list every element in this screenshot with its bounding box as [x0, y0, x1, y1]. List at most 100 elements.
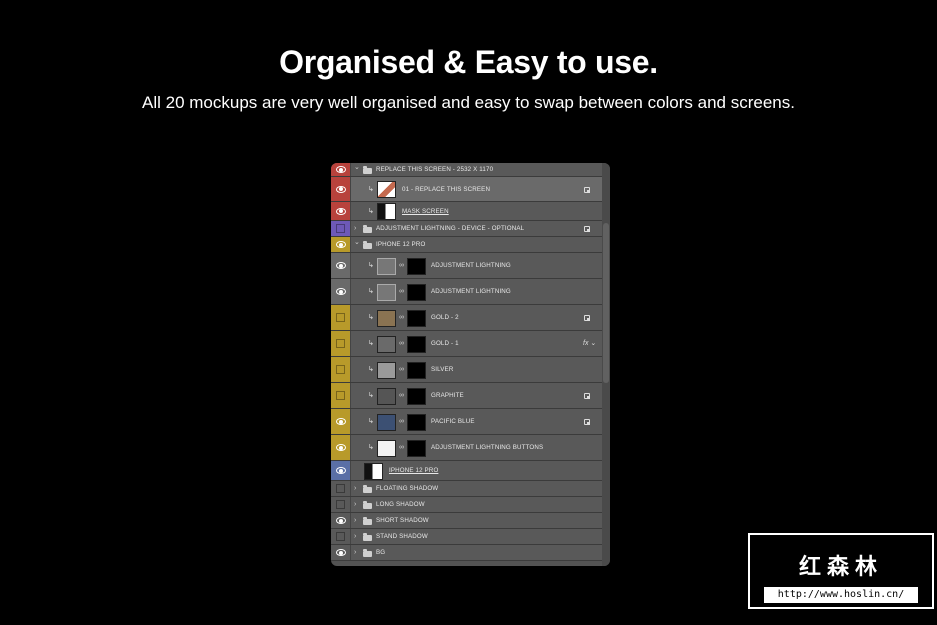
mask-thumbnail[interactable] — [377, 203, 396, 220]
visibility-eye-icon[interactable] — [331, 279, 351, 304]
layer-name[interactable]: ADJUSTMENT LIGHTNING — [431, 262, 511, 269]
layer-name[interactable]: MASK SCREEN — [402, 208, 449, 215]
layer-row[interactable]: ↳ ∞ PACIFIC BLUE — [331, 409, 602, 435]
layer-mask-thumbnail[interactable] — [407, 361, 426, 379]
layer-name[interactable]: LONG SHADOW — [376, 501, 425, 508]
layer-row[interactable]: › FLOATING SHADOW — [331, 481, 602, 497]
watermark-url: http://www.hoslin.cn/ — [764, 587, 918, 603]
layer-effects-fx-icon[interactable]: fx ⌄ — [583, 339, 596, 347]
layer-thumbnail[interactable] — [377, 439, 396, 457]
layer-name[interactable]: GOLD - 1 — [431, 340, 459, 347]
layer-name[interactable]: IPHONE 12 PRO — [376, 241, 425, 248]
chevron-right-icon[interactable]: › — [354, 485, 356, 492]
layer-row[interactable]: ↳ MASK SCREEN — [331, 202, 602, 221]
visibility-eye-icon[interactable] — [331, 177, 351, 201]
layer-name[interactable]: 01 - REPLACE THIS SCREEN — [402, 186, 490, 193]
layer-mask-thumbnail[interactable] — [407, 309, 426, 327]
scrollbar-thumb[interactable] — [603, 223, 609, 383]
link-icon[interactable]: ∞ — [399, 340, 404, 347]
layer-name[interactable]: STAND SHADOW — [376, 533, 428, 540]
layer-row[interactable]: ↳ ∞ GRAPHITE — [331, 383, 602, 409]
link-icon[interactable]: ∞ — [399, 288, 404, 295]
visibility-eye-icon[interactable] — [331, 163, 351, 176]
layer-row[interactable]: ⌄ IPHONE 12 PRO — [331, 237, 602, 253]
visibility-toggle[interactable] — [331, 481, 351, 496]
smart-object-badge-icon — [584, 393, 590, 399]
layer-name[interactable]: SILVER — [431, 366, 453, 373]
layer-name[interactable]: GOLD - 2 — [431, 314, 459, 321]
layer-name[interactable]: FLOATING SHADOW — [376, 485, 438, 492]
chevron-right-icon[interactable]: › — [354, 501, 356, 508]
layer-row[interactable]: › ADJUSTMENT LIGHTNING - DEVICE - OPTIONA… — [331, 221, 602, 237]
layer-mask-thumbnail[interactable] — [407, 257, 426, 275]
layer-mask-thumbnail[interactable] — [407, 335, 426, 353]
layer-row[interactable]: ↳ ∞ ADJUSTMENT LIGHTNING — [331, 253, 602, 279]
link-icon[interactable]: ∞ — [399, 418, 404, 425]
layer-mask-thumbnail[interactable] — [407, 439, 426, 457]
layer-row[interactable]: ↳ 01 - REPLACE THIS SCREEN — [331, 177, 602, 202]
adjustment-curves-icon[interactable] — [377, 257, 396, 275]
layer-name[interactable]: GRAPHITE — [431, 392, 464, 399]
layer-mask-thumbnail[interactable] — [407, 283, 426, 301]
layer-name[interactable]: ADJUSTMENT LIGHTNING BUTTONS — [431, 444, 543, 451]
visibility-eye-icon[interactable] — [331, 253, 351, 278]
layers-scrollbar[interactable] — [602, 163, 610, 566]
visibility-toggle[interactable] — [331, 331, 351, 356]
link-icon[interactable]: ∞ — [399, 444, 404, 451]
layer-row[interactable]: ↳ ∞ ADJUSTMENT LIGHTNING BUTTONS — [331, 435, 602, 461]
layer-row[interactable]: › LONG SHADOW — [331, 497, 602, 513]
layer-name[interactable]: SHORT SHADOW — [376, 517, 429, 524]
chevron-right-icon[interactable]: › — [354, 533, 356, 540]
adjustment-curves-icon[interactable] — [377, 283, 396, 301]
chevron-down-icon[interactable]: ⌄ — [354, 239, 360, 246]
visibility-toggle[interactable] — [331, 383, 351, 408]
layer-name[interactable]: REPLACE THIS SCREEN - 2532 X 1170 — [376, 166, 493, 173]
chevron-right-icon[interactable]: › — [354, 225, 356, 232]
visibility-toggle[interactable] — [331, 357, 351, 382]
chevron-right-icon[interactable]: › — [354, 549, 356, 556]
layer-name[interactable]: ADJUSTMENT LIGHTNING - DEVICE - OPTIONAL — [376, 225, 524, 232]
link-icon[interactable]: ∞ — [399, 366, 404, 373]
layer-row[interactable]: ↳ ∞ GOLD - 1 fx ⌄ — [331, 331, 602, 357]
layer-thumbnail[interactable] — [377, 361, 396, 379]
visibility-toggle[interactable] — [331, 305, 351, 330]
visibility-eye-icon[interactable] — [331, 461, 351, 480]
hidden-box-icon — [336, 339, 345, 348]
visibility-eye-icon[interactable] — [331, 409, 351, 434]
visibility-eye-icon[interactable] — [331, 237, 351, 252]
layer-row[interactable]: IPHONE 12 PRO — [331, 461, 602, 481]
camera-raw-icon[interactable] — [377, 335, 396, 353]
visibility-eye-icon[interactable] — [331, 202, 351, 220]
layer-row[interactable]: › STAND SHADOW — [331, 529, 602, 545]
layer-mask-thumbnail[interactable] — [407, 413, 426, 431]
visibility-toggle[interactable] — [331, 529, 351, 544]
layer-name[interactable]: ADJUSTMENT LIGHTNING — [431, 288, 511, 295]
layer-name[interactable]: PACIFIC BLUE — [431, 418, 475, 425]
layer-name[interactable]: BG — [376, 549, 385, 556]
link-icon[interactable]: ∞ — [399, 314, 404, 321]
smart-object-thumbnail[interactable] — [377, 181, 396, 198]
layer-mask-thumbnail[interactable] — [407, 387, 426, 405]
headline: Organised & Easy to use. — [279, 44, 658, 80]
layer-row[interactable]: ↳ ∞ SILVER — [331, 357, 602, 383]
chevron-down-icon[interactable]: ⌄ — [354, 164, 360, 171]
link-icon[interactable]: ∞ — [399, 392, 404, 399]
visibility-eye-icon[interactable] — [331, 545, 351, 560]
layer-row[interactable]: › BG — [331, 545, 602, 561]
layer-thumbnail[interactable] — [377, 387, 396, 405]
visibility-toggle[interactable] — [331, 497, 351, 512]
layer-row[interactable]: ⌄ REPLACE THIS SCREEN - 2532 X 1170 — [331, 163, 602, 177]
visibility-eye-icon[interactable] — [331, 513, 351, 528]
layer-thumbnail[interactable] — [377, 309, 396, 327]
layer-row[interactable]: ↳ ∞ GOLD - 2 — [331, 305, 602, 331]
chevron-right-icon[interactable]: › — [354, 517, 356, 524]
layer-thumbnail[interactable] — [377, 413, 396, 431]
layer-name[interactable]: IPHONE 12 PRO — [389, 467, 438, 474]
layer-row[interactable]: ↳ ∞ ADJUSTMENT LIGHTNING — [331, 279, 602, 305]
layer-row[interactable]: › SHORT SHADOW — [331, 513, 602, 529]
hidden-box-icon — [336, 365, 345, 374]
mask-thumbnail[interactable] — [364, 462, 383, 480]
visibility-toggle[interactable] — [331, 221, 351, 236]
link-icon[interactable]: ∞ — [399, 262, 404, 269]
visibility-eye-icon[interactable] — [331, 435, 351, 460]
